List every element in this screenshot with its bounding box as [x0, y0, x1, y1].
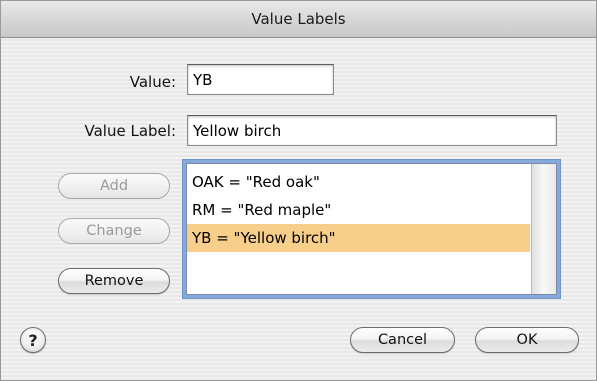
value-label: Value:: [129, 73, 176, 91]
cancel-button[interactable]: Cancel: [350, 327, 455, 353]
list-item[interactable]: RM = "Red maple": [187, 196, 530, 224]
add-button[interactable]: Add: [58, 173, 170, 199]
help-icon[interactable]: ?: [20, 327, 46, 353]
list-rows: OAK = "Red oak" RM = "Red maple" YB = "Yel…: [187, 168, 530, 252]
value-label-input[interactable]: [187, 115, 557, 146]
change-button[interactable]: Change: [58, 218, 170, 244]
title-bar[interactable]: Value Labels: [1, 1, 596, 38]
ok-button[interactable]: OK: [475, 327, 579, 353]
value-labels-list[interactable]: OAK = "Red oak" RM = "Red maple" YB = "Yel…: [186, 163, 557, 295]
value-input[interactable]: [187, 64, 334, 95]
list-scrollbar[interactable]: [531, 164, 556, 294]
value-labels-dialog: Value Labels Value: Value Label: Add Cha…: [0, 0, 597, 381]
list-item[interactable]: OAK = "Red oak": [187, 168, 530, 196]
value-label-label: Value Label:: [84, 122, 176, 140]
window-title: Value Labels: [251, 10, 346, 28]
remove-button[interactable]: Remove: [58, 268, 170, 294]
list-item[interactable]: YB = "Yellow birch": [187, 224, 530, 252]
